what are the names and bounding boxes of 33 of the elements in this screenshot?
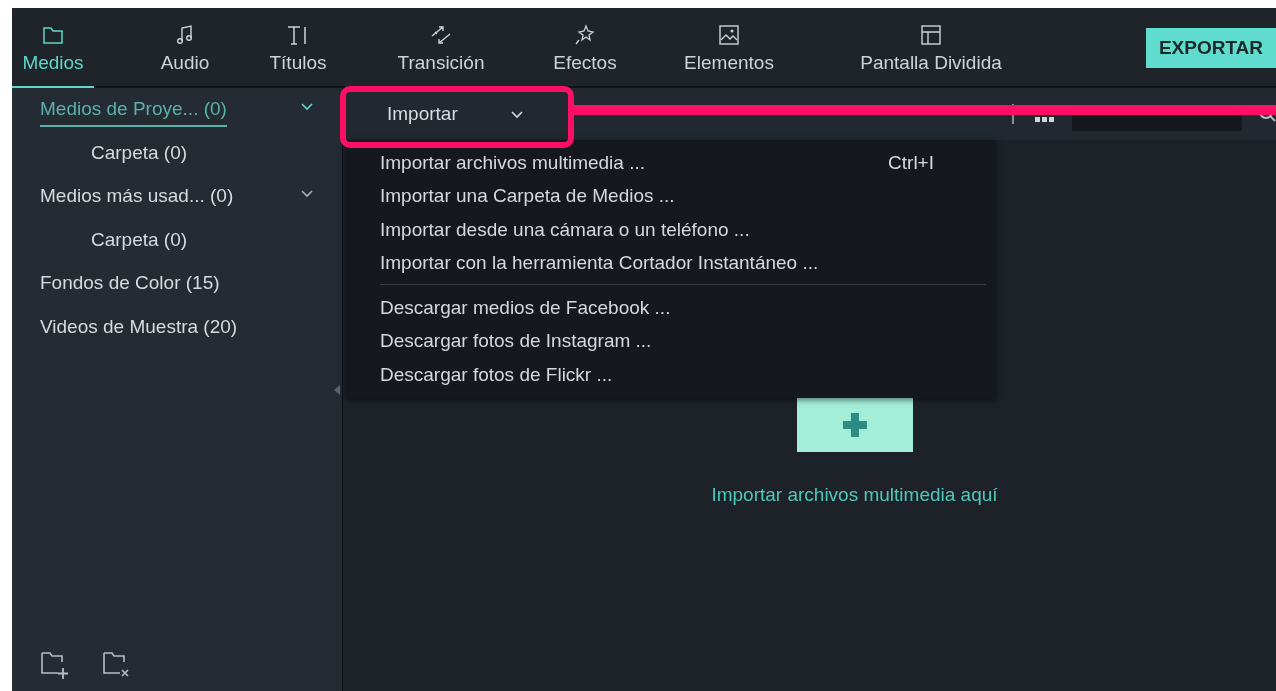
nav-tab[interactable]: Audio (130, 8, 240, 88)
nav-tab[interactable]: Efectos (530, 8, 640, 88)
sidebar-item[interactable]: Carpeta (0) (91, 141, 188, 169)
add-media-tile[interactable] (796, 397, 913, 452)
image-icon (718, 24, 740, 46)
split-screen-icon (920, 24, 942, 46)
menu-item[interactable]: Importar una Carpeta de Medios ... (346, 179, 996, 213)
menu-item[interactable]: Importar con la herramienta Cortador Instantáneo ... (346, 246, 996, 280)
sidebar-item[interactable]: Videos de Muestra (20) (40, 315, 238, 343)
import-dropdown-button[interactable]: Importar (369, 103, 536, 125)
folder-icon (42, 24, 64, 46)
chevron-icon[interactable] (300, 102, 314, 111)
chevron-icon[interactable] (300, 189, 314, 198)
nav-tab[interactable]: Pantalla Dividida (836, 8, 1026, 88)
menu-item[interactable]: Descargar medios de Facebook ... (346, 291, 996, 325)
star-icon (574, 24, 596, 46)
menu-item[interactable]: Descargar fotos de Flickr ... (346, 358, 996, 392)
menu-item[interactable]: Descargar fotos de Instagram ... (346, 324, 996, 358)
nav-tab[interactable]: Elementos (664, 8, 794, 88)
drop-zone-hint: Importar archivos multimedia aquí (711, 484, 998, 506)
collapse-handle-icon[interactable] (334, 385, 340, 395)
menu-item[interactable]: Importar desde una cámara o un teléfono ... (346, 213, 996, 247)
nav-tab[interactable]: Títulos (248, 8, 348, 88)
transition-arrows-icon (429, 24, 453, 46)
nav-tab[interactable]: Transición (376, 8, 506, 88)
sidebar-item[interactable]: Medios de Proye... (0) (40, 98, 227, 127)
sidebar-item[interactable]: Carpeta (0) (91, 228, 188, 256)
export-button[interactable]: EXPORTAR (1146, 28, 1276, 68)
sidebar-item[interactable]: Medios más usad... (0) (40, 185, 234, 212)
search-field[interactable] (1072, 115, 1242, 131)
chevron-icon (509, 109, 524, 119)
sidebar-item[interactable]: Fondos de Color (15) (40, 272, 220, 299)
menu-item[interactable]: Importar archivos multimedia ... Ctrl+I (346, 146, 996, 180)
